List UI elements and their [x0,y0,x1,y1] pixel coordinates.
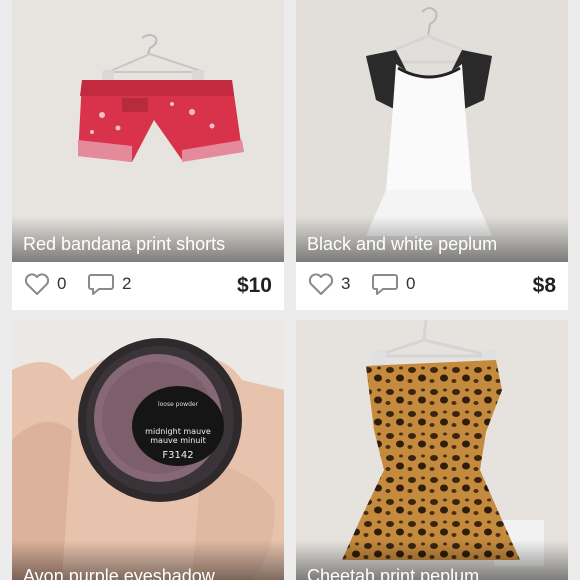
listing-price: $8 [532,274,556,297]
heart-icon [308,273,334,295]
like-button[interactable]: 0 [24,272,66,296]
like-button[interactable]: 3 [308,272,350,296]
listing-card[interactable]: loose powder midnight mauve mauve minuit… [12,320,284,580]
listing-photo[interactable]: Black and white peplum [296,0,568,262]
comment-button[interactable]: 2 [87,272,131,296]
listing-title-overlay: Avon purple eyeshadow [12,540,284,580]
jar-label-line3: mauve minuit [150,436,205,445]
listing-price: $10 [236,274,272,297]
comment-count: 0 [406,274,416,293]
heart-icon [24,273,50,295]
listing-title-overlay: Red bandana print shorts [12,216,284,262]
listing-photo[interactable]: Cheetah print peplum [296,320,568,580]
listing-title: Red bandana print shorts [23,234,226,254]
speech-bubble-icon [372,274,398,295]
listing-card[interactable]: Cheetah print peplum [296,320,568,580]
comment-button[interactable]: 0 [371,272,415,296]
listing-title: Black and white peplum [307,234,498,254]
comment-count: 2 [122,274,132,293]
listing-title-overlay: Cheetah print peplum [296,540,568,580]
listing-title: Avon purple eyeshadow [23,566,215,580]
listing-photo[interactable]: Red bandana print shorts [12,0,284,262]
like-count: 0 [57,274,67,293]
jar-label-line2: midnight mauve [145,427,211,436]
listing-card[interactable]: Red bandana print shorts 0 2 $10 [12,0,284,310]
listing-photo[interactable]: loose powder midnight mauve mauve minuit… [12,320,284,580]
jar-label-line4: F3142 [162,450,193,461]
listing-footer: 3 0 $8 [296,262,568,310]
listing-title-overlay: Black and white peplum [296,216,568,262]
listing-card[interactable]: Black and white peplum 3 0 $8 [296,0,568,310]
listing-title: Cheetah print peplum [307,566,480,580]
like-count: 3 [341,274,351,293]
listing-footer: 0 2 $10 [12,262,284,310]
jar-label-line1: loose powder [158,401,199,408]
speech-bubble-icon [88,274,114,295]
